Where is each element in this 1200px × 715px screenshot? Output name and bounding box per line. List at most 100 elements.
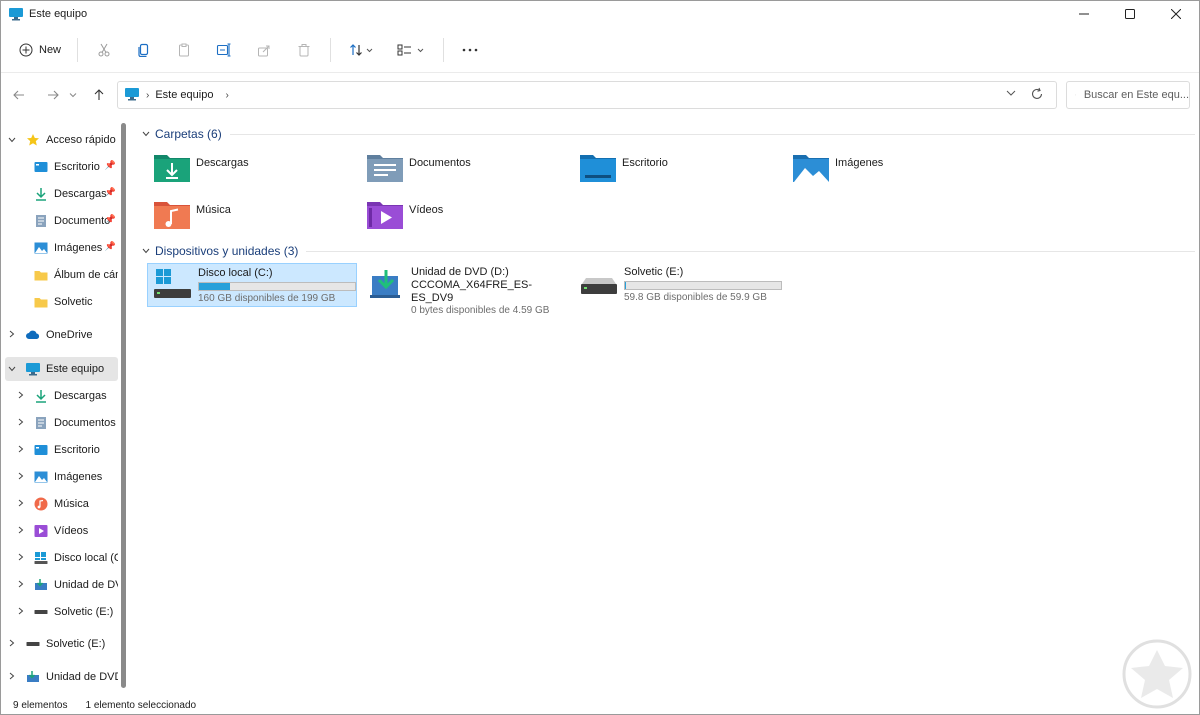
drive-solvetic-e[interactable]: Solvetic (E:) 59.8 GB disponibles de 59.… (574, 263, 784, 307)
folders-group-header[interactable]: Carpetas (6) (133, 124, 1195, 144)
drive-unidad-dvd-d[interactable]: Unidad de DVD (D:) CCCOMA_X64FRE_ES-ES_D… (361, 263, 573, 316)
cloud-icon (25, 327, 41, 343)
devices-group-header[interactable]: Dispositivos y unidades (3) (133, 241, 1195, 261)
up-button[interactable] (88, 83, 110, 107)
chevron-right-icon[interactable] (14, 526, 28, 536)
sidebar-item-imagenes[interactable]: Imágenes 📌 (5, 236, 118, 260)
sidebar-item-label: Documentos (54, 417, 116, 429)
more-options-button[interactable] (450, 35, 490, 65)
chevron-right-icon[interactable] (14, 445, 28, 455)
command-bar: New (1, 27, 1199, 73)
refresh-button[interactable] (1030, 87, 1044, 104)
sidebar-item-unidad-dvd[interactable]: Unidad de DVD (5, 573, 118, 597)
chevron-down-icon[interactable] (5, 364, 19, 374)
chevron-down-icon[interactable] (139, 129, 153, 139)
chevron-right-icon[interactable] (14, 607, 28, 617)
sidebar-item-album-de-camara[interactable]: Álbum de cáma (5, 263, 118, 287)
chevron-right-icon[interactable] (14, 553, 28, 563)
sidebar-item-label: Vídeos (54, 525, 89, 537)
watermark-logo (1121, 638, 1193, 710)
sidebar-item-imagenes-pc[interactable]: Imágenes (5, 465, 118, 489)
chevron-right-icon[interactable] (14, 391, 28, 401)
chevron-right-icon[interactable] (14, 580, 28, 590)
chevron-right-icon[interactable]: › (146, 90, 149, 101)
search-box[interactable]: Buscar en Este equ... (1066, 81, 1190, 109)
arrow-up-icon (94, 89, 104, 100)
sidebar-item-videos[interactable]: Vídeos (5, 519, 118, 543)
sidebar-item-descargas[interactable]: Descargas 📌 (5, 182, 118, 206)
drive-usage-bar (624, 281, 782, 290)
refresh-icon (1031, 87, 1043, 99)
chevron-right-icon[interactable] (14, 418, 28, 428)
drive-disco-local-c[interactable]: Disco local (C:) 160 GB disponibles de 1… (147, 263, 357, 307)
folder-escritorio[interactable]: Escritorio (559, 151, 759, 193)
sidebar-item-disco-local[interactable]: Disco local (C:) (5, 546, 118, 570)
navigation-pane: Acceso rápido Escritorio 📌 Descargas 📌 D… (1, 117, 129, 695)
sidebar-item-onedrive[interactable]: OneDrive (5, 323, 118, 347)
arrow-right-icon (48, 90, 59, 100)
pin-icon: 📌 (104, 187, 116, 197)
sidebar-item-escritorio-pc[interactable]: Escritorio (5, 438, 118, 462)
breadcrumb-item-este-equipo[interactable]: Este equipo (155, 89, 213, 101)
drive-info: Unidad de DVD (D:) CCCOMA_X64FRE_ES-ES_D… (411, 266, 573, 317)
chevron-down-icon (69, 93, 77, 98)
sidebar-item-solvetic-e[interactable]: Solvetic (E:) (5, 600, 118, 624)
share-button[interactable] (244, 35, 284, 65)
copy-button[interactable] (124, 35, 164, 65)
pin-icon: 📌 (104, 241, 116, 251)
content-pane: Carpetas (6) Descargas Documentos Escrit… (133, 117, 1199, 695)
sidebar-item-solvetic-folder[interactable]: Solvetic (5, 290, 118, 314)
sidebar-item-unidad-dvd-root[interactable]: Unidad de DVD ( (5, 665, 118, 689)
view-button[interactable] (387, 35, 437, 65)
address-history-dropdown[interactable] (1006, 88, 1016, 99)
sort-button[interactable] (337, 35, 387, 65)
folder-name: Descargas (196, 157, 249, 169)
folder-musica[interactable]: Música (133, 198, 333, 240)
recent-locations-button[interactable] (66, 83, 80, 107)
computer-icon (8, 7, 24, 21)
usb-drive-icon (25, 636, 41, 652)
sidebar-item-label: Álbum de cáma (54, 269, 118, 281)
desktop-folder-icon (33, 159, 49, 175)
sidebar-item-label: Descargas (54, 390, 107, 402)
sidebar-item-este-equipo[interactable]: Este equipo (5, 357, 118, 381)
new-button[interactable]: New (13, 35, 71, 65)
sidebar-item-descargas-pc[interactable]: Descargas (5, 384, 118, 408)
download-icon (33, 388, 49, 404)
sidebar-item-musica[interactable]: Música (5, 492, 118, 516)
scrollbar-thumb[interactable] (121, 123, 126, 688)
chevron-right-icon[interactable] (5, 672, 19, 682)
paste-button[interactable] (164, 35, 204, 65)
folder-descargas[interactable]: Descargas (133, 151, 333, 193)
maximize-button[interactable] (1107, 1, 1153, 27)
address-bar[interactable]: › Este equipo › (117, 81, 1057, 109)
delete-button[interactable] (284, 35, 324, 65)
sidebar-item-label: Imágenes (54, 471, 103, 483)
chevron-right-icon[interactable] (5, 330, 19, 340)
rename-button[interactable] (204, 35, 244, 65)
sidebar-item-label: Escritorio (54, 161, 100, 173)
chevron-down-icon[interactable] (5, 135, 19, 145)
drive-info: Solvetic (E:) 59.8 GB disponibles de 59.… (624, 266, 782, 304)
forward-button[interactable] (42, 83, 64, 107)
chevron-right-icon[interactable] (14, 499, 28, 509)
chevron-right-icon[interactable] (14, 472, 28, 482)
sidebar-item-escritorio[interactable]: Escritorio 📌 (5, 155, 118, 179)
sidebar-item-documento[interactable]: Documento 📌 (5, 209, 118, 233)
sidebar-item-documentos-pc[interactable]: Documentos (5, 411, 118, 435)
close-button[interactable] (1153, 1, 1199, 27)
sidebar-item-solvetic-e-root[interactable]: Solvetic (E:) (5, 632, 118, 656)
search-placeholder: Buscar en Este equ... (1083, 89, 1189, 101)
sidebar-item-acceso-rapido[interactable]: Acceso rápido (5, 128, 118, 152)
chevron-right-icon[interactable]: › (225, 90, 228, 101)
folder-videos[interactable]: Vídeos (346, 198, 546, 240)
cut-button[interactable] (84, 35, 124, 65)
chevron-down-icon[interactable] (139, 246, 153, 256)
back-button[interactable] (8, 83, 30, 107)
folder-imagenes[interactable]: Imágenes (772, 151, 972, 193)
folder-documentos[interactable]: Documentos (346, 151, 546, 193)
chevron-right-icon[interactable] (5, 639, 19, 649)
divider (229, 133, 1195, 135)
minimize-button[interactable] (1061, 1, 1107, 27)
sidebar-scrollbar[interactable] (121, 119, 126, 694)
